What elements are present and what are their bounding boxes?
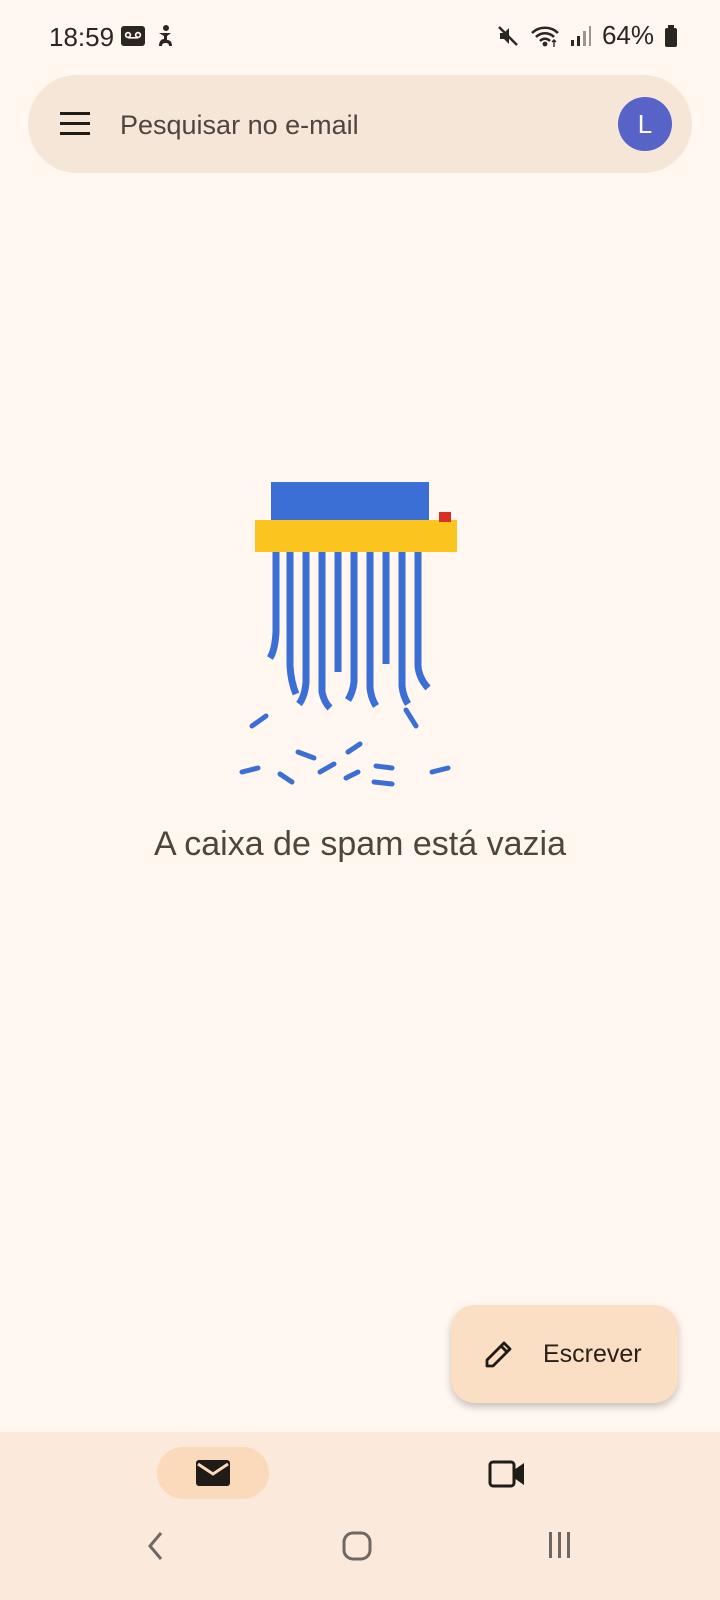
system-navigation-bar [0,1490,720,1600]
gmail-spam-screen: 18:59 64% Pesquisar no e-mail L A caixa … [0,0,720,1600]
menu-icon[interactable] [58,107,92,141]
recent-apps-icon[interactable] [546,1530,574,1560]
status-time: 18:59 [49,22,115,52]
empty-spam-message: A caixa de spam está vazia [153,825,566,863]
compose-label: Escrever [543,1340,642,1368]
status-bar: 18:59 64% [0,0,720,72]
search-input[interactable]: Pesquisar no e-mail [120,108,560,142]
status-right-icons: 64% [496,20,678,51]
video-camera-icon[interactable] [488,1459,526,1489]
voicemail-icon [121,26,145,46]
signal-icon [570,25,591,46]
wifi-icon [531,25,559,47]
avatar[interactable]: L [618,97,672,151]
pencil-icon [485,1341,512,1368]
mute-icon [498,25,518,46]
search-bar[interactable]: Pesquisar no e-mail L [28,75,692,173]
back-icon[interactable] [143,1529,169,1563]
paper-shredder-illustration [239,482,457,787]
mail-icon [196,1460,230,1486]
accessibility-icon [159,25,172,46]
status-left-icons [120,24,176,48]
battery-icon [665,24,677,47]
compose-button[interactable]: Escrever [451,1305,678,1403]
battery-percent: 64% [601,20,654,50]
home-icon[interactable] [341,1530,373,1562]
